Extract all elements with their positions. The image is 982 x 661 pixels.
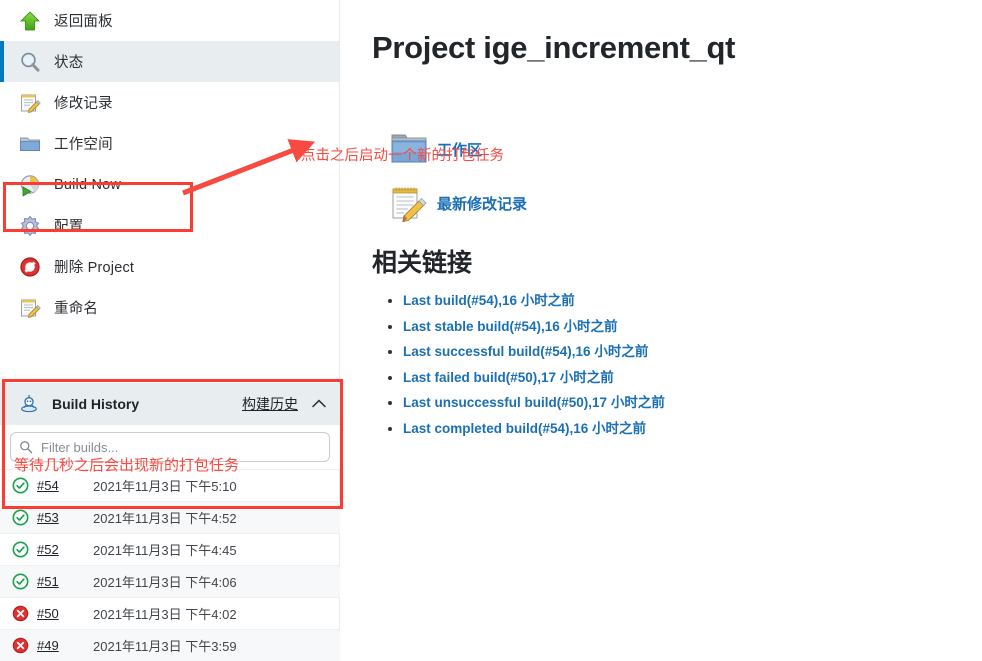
delete-forbidden-icon — [18, 255, 42, 279]
build-number[interactable]: #51 — [37, 574, 93, 589]
table-row[interactable]: #52 2021年11月3日 下午4:45 — [0, 533, 340, 565]
list-item: Last build(#54),16 小时之前 — [403, 289, 982, 310]
folder-icon — [18, 132, 42, 156]
sidebar-nav-list: 返回面板 状态 — [0, 0, 339, 328]
build-number[interactable]: #49 — [37, 638, 93, 653]
related-links-heading: 相关链接 — [341, 243, 982, 279]
shortcut-label: 最新修改记录 — [437, 193, 527, 214]
build-number[interactable]: #54 — [37, 478, 93, 493]
link-last-completed-build[interactable]: Last completed build(#54),16 小时之前 — [403, 421, 646, 436]
list-item: Last successful build(#54),16 小时之前 — [403, 340, 982, 361]
recent-changes-shortcut[interactable]: 最新修改记录 — [387, 183, 982, 223]
sidebar-item-label: 工作空间 — [54, 133, 113, 154]
changes-edit-icon — [18, 91, 42, 115]
sidebar-item-label: Build Now — [54, 177, 121, 193]
link-last-successful-build[interactable]: Last successful build(#54),16 小时之前 — [403, 344, 648, 359]
build-time: 2021年11月3日 下午4:06 — [93, 572, 237, 591]
build-list: #54 2021年11月3日 下午5:10 #53 2021年11月3日 下午4… — [0, 469, 340, 661]
table-row[interactable]: #51 2021年11月3日 下午4:06 — [0, 565, 340, 597]
notepad-pencil-icon — [387, 183, 431, 223]
build-filter-wrap — [0, 425, 340, 469]
table-row[interactable]: #49 2021年11月3日 下午3:59 — [0, 629, 340, 661]
build-time: 2021年11月3日 下午3:59 — [93, 636, 237, 655]
link-last-build[interactable]: Last build(#54),16 小时之前 — [403, 293, 575, 308]
build-filter-input[interactable] — [39, 439, 329, 456]
sidebar: 返回面板 状态 — [0, 0, 340, 649]
status-success-icon — [12, 541, 29, 558]
status-failed-icon — [12, 637, 29, 654]
sidebar-item-back-to-dashboard[interactable]: 返回面板 — [0, 0, 339, 41]
build-history-icon — [18, 392, 42, 416]
folder-icon — [387, 129, 431, 169]
shortcut-label: 工作区 — [437, 139, 482, 160]
table-row[interactable]: #54 2021年11月3日 下午5:10 — [0, 469, 340, 501]
table-row[interactable]: #53 2021年11月3日 下午4:52 — [0, 501, 340, 533]
list-item: Last unsuccessful build(#50),17 小时之前 — [403, 391, 982, 412]
build-number[interactable]: #52 — [37, 542, 93, 557]
chevron-up-icon[interactable] — [312, 397, 326, 410]
list-item: Last stable build(#54),16 小时之前 — [403, 315, 982, 336]
build-time: 2021年11月3日 下午5:10 — [93, 476, 237, 495]
build-number[interactable]: #53 — [37, 510, 93, 525]
rename-edit-icon — [18, 296, 42, 320]
build-history-header[interactable]: Build History 构建历史 — [0, 383, 340, 425]
main-content: Project ige_increment_qt 工作区 — [341, 0, 982, 649]
sidebar-item-build-now[interactable]: Build Now — [0, 164, 339, 205]
build-time: 2021年11月3日 下午4:52 — [93, 508, 237, 527]
gear-icon — [18, 214, 42, 238]
build-time: 2021年11月3日 下午4:45 — [93, 540, 237, 559]
sidebar-item-label: 状态 — [54, 51, 83, 72]
page-title: Project ige_increment_qt — [341, 0, 982, 66]
status-success-icon — [12, 509, 29, 526]
build-history-title: Build History — [52, 396, 139, 412]
status-success-icon — [12, 477, 29, 494]
build-number[interactable]: #50 — [37, 606, 93, 621]
sidebar-item-label: 删除 Project — [54, 256, 134, 277]
link-last-failed-build[interactable]: Last failed build(#50),17 小时之前 — [403, 370, 614, 385]
build-now-icon — [18, 173, 42, 197]
magnifier-icon — [18, 50, 42, 74]
sidebar-item-rename[interactable]: 重命名 — [0, 287, 339, 328]
sidebar-item-changes[interactable]: 修改记录 — [0, 82, 339, 123]
build-time: 2021年11月3日 下午4:02 — [93, 604, 237, 623]
build-filter[interactable] — [10, 432, 330, 462]
shortcut-list: 工作区 — [341, 66, 982, 223]
table-row[interactable]: #50 2021年11月3日 下午4:02 — [0, 597, 340, 629]
list-item: Last failed build(#50),17 小时之前 — [403, 366, 982, 387]
sidebar-item-delete-project[interactable]: 删除 Project — [0, 246, 339, 287]
sidebar-item-status[interactable]: 状态 — [0, 41, 339, 82]
status-failed-icon — [12, 605, 29, 622]
workspace-shortcut[interactable]: 工作区 — [387, 129, 982, 169]
sidebar-item-label: 配置 — [54, 215, 83, 236]
list-item: Last completed build(#54),16 小时之前 — [403, 417, 982, 438]
sidebar-item-workspace[interactable]: 工作空间 — [0, 123, 339, 164]
related-links-list: Last build(#54),16 小时之前 Last stable buil… — [341, 285, 982, 438]
build-history-panel: Build History 构建历史 — [0, 383, 340, 661]
sidebar-item-label: 重命名 — [54, 297, 98, 318]
up-arrow-icon — [18, 9, 42, 33]
build-history-cn-link[interactable]: 构建历史 — [242, 394, 298, 414]
search-icon — [19, 440, 33, 454]
status-success-icon — [12, 573, 29, 590]
sidebar-item-configure[interactable]: 配置 — [0, 205, 339, 246]
sidebar-item-label: 返回面板 — [54, 10, 113, 31]
sidebar-item-label: 修改记录 — [54, 92, 113, 113]
link-last-stable-build[interactable]: Last stable build(#54),16 小时之前 — [403, 319, 618, 334]
link-last-unsuccessful-build[interactable]: Last unsuccessful build(#50),17 小时之前 — [403, 395, 665, 410]
jenkins-project-page: 返回面板 状态 — [0, 0, 982, 649]
